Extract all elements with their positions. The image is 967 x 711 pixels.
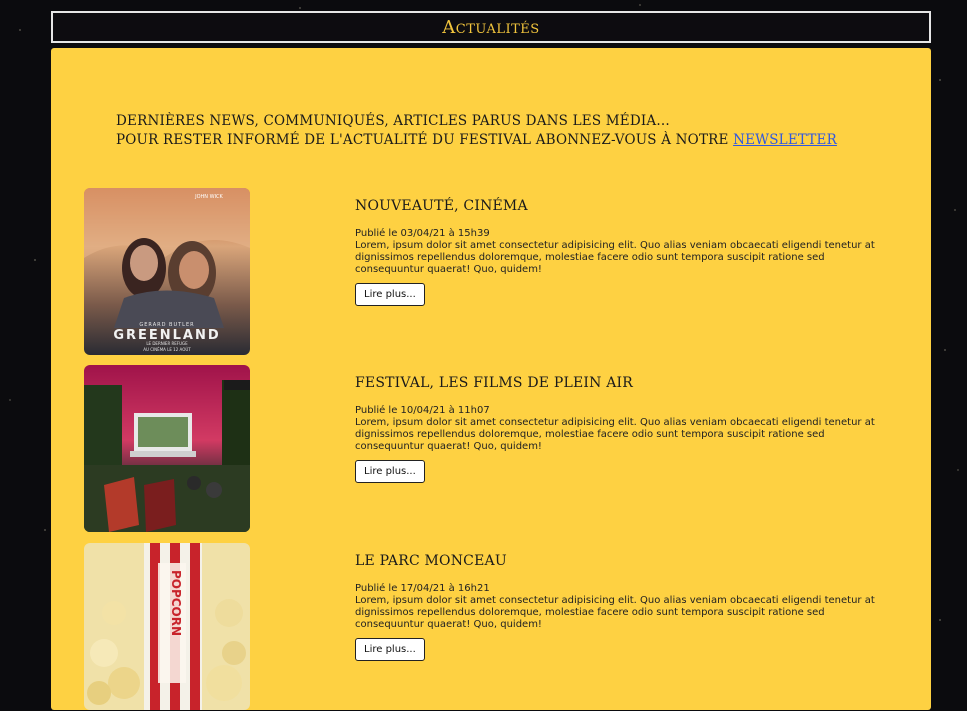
article-image-open-air-cinema[interactable] bbox=[84, 365, 250, 532]
article-date: Publié le 17/04/21 à 16h21 bbox=[355, 583, 490, 594]
article-date: Publié le 10/04/21 à 11h07 bbox=[355, 405, 490, 416]
poster-top: JOHN WICK bbox=[194, 194, 223, 200]
article-date: Publié le 03/04/21 à 15h39 bbox=[355, 228, 490, 239]
article-card: GREENLAND GERARD BUTLER LE DERNIER REFUG… bbox=[84, 188, 904, 356]
article-body: Festival, les films de plein air Publié … bbox=[355, 375, 885, 483]
read-more-button[interactable]: Lire plus... bbox=[355, 638, 425, 661]
article-body: Nouveauté, cinéma Publié le 03/04/21 à 1… bbox=[355, 198, 885, 306]
page-header: Actualités bbox=[51, 11, 931, 43]
article-title: Nouveauté, cinéma bbox=[355, 198, 528, 214]
article-body: Le parc Monceau Publié le 17/04/21 à 16h… bbox=[355, 553, 885, 661]
article-text: Lorem, ipsum dolor sit amet consectetur … bbox=[355, 240, 875, 275]
news-panel: Dernières news, communiqués, articles pa… bbox=[51, 48, 931, 710]
article-text: Lorem, ipsum dolor sit amet consectetur … bbox=[355, 595, 875, 630]
newsletter-link[interactable]: newsletter bbox=[733, 132, 837, 148]
intro-line-2-text: Pour rester informé de l'actualité du fe… bbox=[116, 132, 734, 148]
article-title: Le parc Monceau bbox=[355, 553, 507, 569]
article-card: POPCORN Le parc Monceau Publié le 17/04/… bbox=[84, 543, 904, 711]
read-more-button[interactable]: Lire plus... bbox=[355, 283, 425, 306]
article-card: Festival, les films de plein air Publié … bbox=[84, 365, 904, 533]
article-image-popcorn[interactable]: POPCORN bbox=[84, 543, 250, 710]
poster-actor: GERARD BUTLER bbox=[139, 322, 194, 328]
page-title: Actualités bbox=[442, 16, 540, 38]
article-title: Festival, les films de plein air bbox=[355, 375, 633, 391]
intro-text: Dernières news, communiqués, articles pa… bbox=[116, 112, 876, 150]
intro-line-2: Pour rester informé de l'actualité du fe… bbox=[116, 131, 876, 150]
read-more-button[interactable]: Lire plus... bbox=[355, 460, 425, 483]
poster-date: AU CINÉMA LE 12 AOÛT bbox=[143, 347, 191, 352]
poster-subtitle: LE DERNIER REFUGE bbox=[146, 341, 188, 346]
intro-line-1: Dernières news, communiqués, articles pa… bbox=[116, 113, 670, 129]
article-image-greenland[interactable]: GREENLAND GERARD BUTLER LE DERNIER REFUG… bbox=[84, 188, 250, 355]
popcorn-box-label: POPCORN bbox=[169, 570, 183, 636]
article-text: Lorem, ipsum dolor sit amet consectetur … bbox=[355, 417, 875, 452]
